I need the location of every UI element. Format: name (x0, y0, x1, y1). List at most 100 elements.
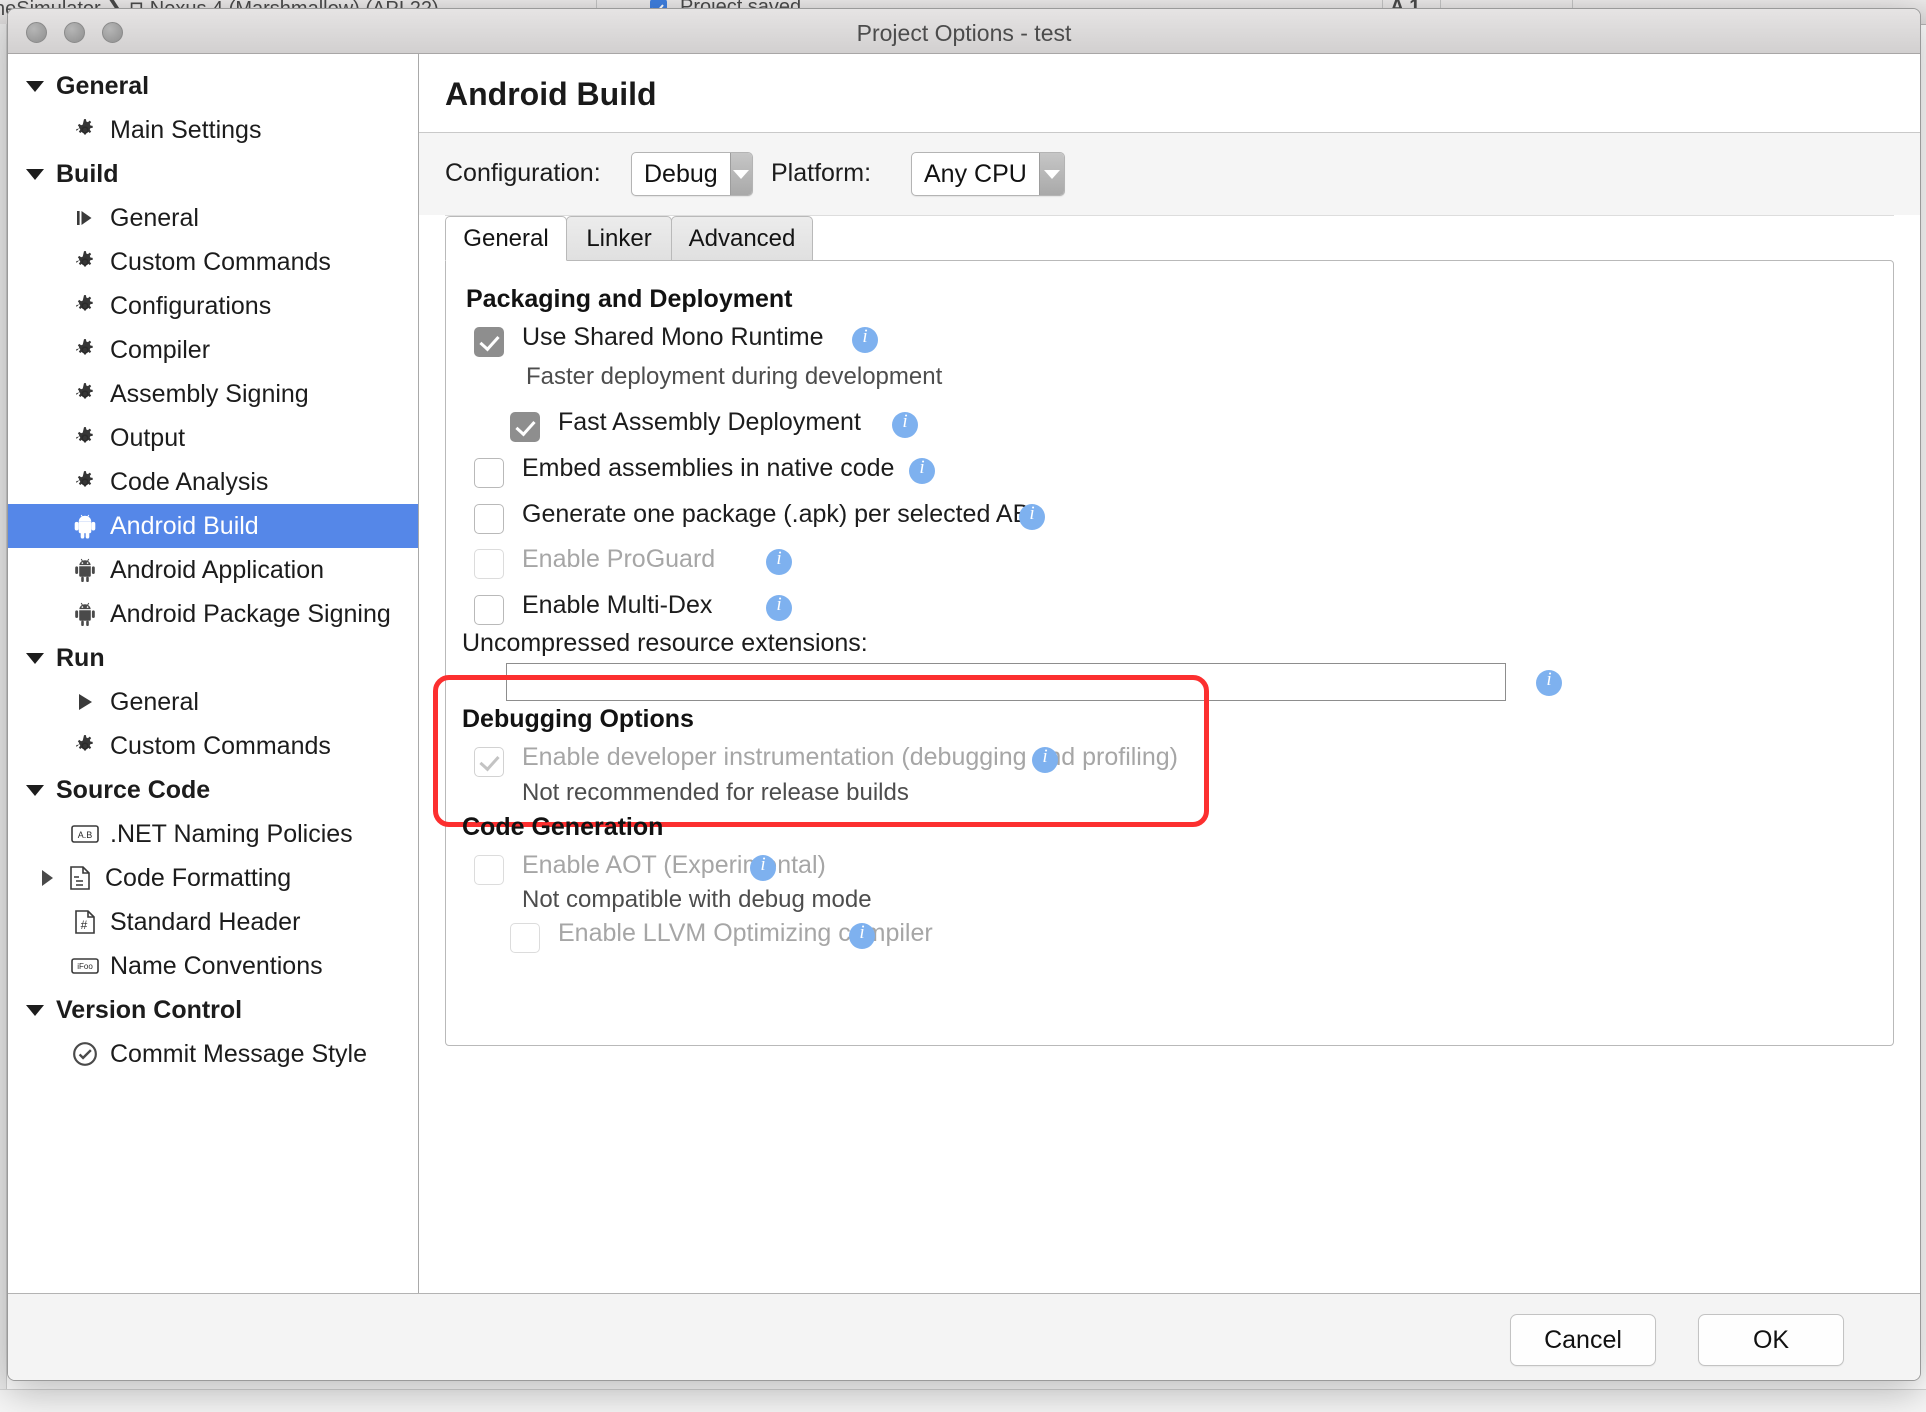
checkbox-embed-assemblies[interactable] (474, 458, 504, 488)
sidebar-item-run-general[interactable]: General (8, 680, 418, 724)
sidebar-item-assembly-signing[interactable]: Assembly Signing (8, 372, 418, 416)
checkbox-enable-multi-dex[interactable] (474, 595, 504, 625)
label-generate-one-package-per-abi: Generate one package (.apk) per selected… (522, 500, 1037, 528)
sidebar-item-net-naming-policies[interactable]: A.B .NET Naming Policies (8, 812, 418, 856)
checkbox-generate-one-package-per-abi[interactable] (474, 504, 504, 534)
sidebar-group-general[interactable]: General (8, 64, 418, 108)
section-title-code-generation: Code Generation (462, 813, 664, 841)
info-icon-fast-assembly-deployment[interactable] (892, 411, 918, 438)
label-enable-llvm: Enable LLVM Optimizing compiler (558, 919, 933, 947)
sidebar-item-label: Custom Commands (110, 247, 331, 276)
sidebar-item-output[interactable]: Output (8, 416, 418, 460)
dialog-body: General Main Settings Build General Cust… (8, 54, 1920, 1294)
dialog-titlebar: Project Options - test (8, 9, 1920, 54)
sidebar-item-label: Assembly Signing (110, 379, 309, 408)
sidebar-item-main-settings[interactable]: Main Settings (8, 108, 418, 152)
note-not-recommended-release: Not recommended for release builds (522, 779, 909, 806)
info-icon-enable-proguard[interactable] (766, 548, 792, 575)
gear-icon (68, 733, 102, 759)
disclosure-down-icon[interactable] (26, 80, 44, 92)
info-icon-use-shared-mono-runtime[interactable] (852, 326, 878, 353)
disclosure-down-icon[interactable] (26, 168, 44, 180)
label-enable-aot: Enable AOT (Experimental) (522, 851, 826, 879)
background-bottom-strip (0, 1389, 1926, 1412)
sidebar-item-configurations[interactable]: Configurations (8, 284, 418, 328)
sidebar-item-android-build[interactable]: Android Build (8, 504, 418, 548)
project-options-dialog: Project Options - test General Main Sett… (7, 8, 1921, 1381)
sidebar-item-build-general[interactable]: General (8, 196, 418, 240)
disclosure-down-icon[interactable] (26, 652, 44, 664)
sidebar-item-label: Custom Commands (110, 731, 331, 760)
tab-label: Linker (586, 224, 652, 252)
sidebar-group-version-control[interactable]: Version Control (8, 988, 418, 1032)
label-uncompressed-resource-extensions: Uncompressed resource extensions: (462, 629, 868, 657)
cancel-button-label: Cancel (1544, 1325, 1622, 1354)
sidebar-item-label: Android Package Signing (110, 599, 391, 628)
sidebar-item-label: Compiler (110, 335, 211, 364)
gear-icon (68, 425, 102, 451)
info-icon-embed-assemblies[interactable] (909, 457, 935, 484)
disclosure-down-icon[interactable] (26, 1004, 44, 1016)
disclosure-down-icon[interactable] (26, 784, 44, 796)
svg-text:iFoo: iFoo (77, 962, 93, 971)
checkbox-use-shared-mono-runtime[interactable] (474, 327, 504, 357)
checkbox-enable-developer-instrumentation[interactable] (474, 747, 504, 777)
checkbox-enable-aot[interactable] (474, 855, 504, 885)
platform-select[interactable]: Any CPU (911, 152, 1065, 196)
gear-icon (68, 337, 102, 363)
label-enable-proguard: Enable ProGuard (522, 545, 716, 573)
info-icon-enable-llvm[interactable] (849, 922, 875, 949)
info-icon-enable-multi-dex[interactable] (766, 594, 792, 621)
sidebar-item-label: Main Settings (110, 115, 262, 144)
sidebar-group-build[interactable]: Build (8, 152, 418, 196)
sidebar-item-custom-commands[interactable]: Custom Commands (8, 240, 418, 284)
tab-linker[interactable]: Linker (566, 216, 672, 260)
info-icon-enable-developer-instrumentation[interactable] (1032, 746, 1058, 773)
gear-icon (68, 381, 102, 407)
sidebar-item-code-formatting[interactable]: Code Formatting (8, 856, 418, 900)
chevron-down-icon[interactable] (729, 153, 752, 195)
sidebar-item-run-custom-commands[interactable]: Custom Commands (8, 724, 418, 768)
chevron-down-icon[interactable] (1038, 153, 1064, 195)
ok-button[interactable]: OK (1698, 1314, 1844, 1366)
ok-button-label: OK (1752, 1325, 1790, 1354)
sidebar-item-compiler[interactable]: Compiler (8, 328, 418, 372)
configuration-select[interactable]: Debug (631, 152, 753, 196)
tab-general[interactable]: General (445, 216, 567, 261)
configuration-value: Debug (644, 159, 718, 188)
disclosure-right-icon[interactable] (42, 870, 53, 886)
info-icon-uncompressed-resource-extensions[interactable] (1536, 669, 1562, 696)
configuration-bar: Configuration: Debug Platform: Any CPU (419, 133, 1920, 215)
label-enable-developer-instrumentation: Enable developer instrumentation (debugg… (522, 743, 1178, 771)
general-tab-panel: Packaging and Deployment Use Shared Mono… (433, 260, 1894, 1046)
tab-bar[interactable]: General Linker Advanced (445, 216, 1894, 261)
checkbox-enable-llvm[interactable] (510, 923, 540, 953)
checkbox-fast-assembly-deployment[interactable] (510, 412, 540, 442)
settings-sidebar[interactable]: General Main Settings Build General Cust… (8, 54, 419, 1294)
section-title-debugging: Debugging Options (462, 705, 694, 733)
sidebar-item-standard-header[interactable]: # Standard Header (8, 900, 418, 944)
sidebar-group-run[interactable]: Run (8, 636, 418, 680)
sidebar-group-label: Build (56, 159, 119, 188)
checkbox-enable-proguard[interactable] (474, 549, 504, 579)
sidebar-item-android-package-signing[interactable]: Android Package Signing (8, 592, 418, 636)
android-icon (68, 513, 102, 539)
tab-label: General (463, 224, 549, 252)
cancel-button[interactable]: Cancel (1510, 1314, 1656, 1366)
label-enable-multi-dex: Enable Multi-Dex (522, 591, 713, 619)
sidebar-item-name-conventions[interactable]: iFoo Name Conventions (8, 944, 418, 988)
info-icon-enable-aot[interactable] (750, 854, 776, 881)
sidebar-item-commit-message-style[interactable]: Commit Message Style (8, 1032, 418, 1076)
sidebar-item-label: Android Application (110, 555, 325, 584)
sidebar-group-source-code[interactable]: Source Code (8, 768, 418, 812)
info-icon-generate-one-package-per-abi[interactable] (1019, 503, 1045, 530)
gear-icon (68, 249, 102, 275)
sidebar-item-android-application[interactable]: Android Application (8, 548, 418, 592)
sidebar-item-code-analysis[interactable]: Code Analysis (8, 460, 418, 504)
run-triangle-icon (68, 206, 102, 230)
uncompressed-resource-extensions-input[interactable] (506, 663, 1506, 701)
sidebar-group-label: Source Code (56, 775, 211, 804)
sidebar-group-label: General (56, 71, 150, 100)
tab-advanced[interactable]: Advanced (671, 216, 813, 260)
sidebar-item-label: Name Conventions (110, 951, 323, 980)
